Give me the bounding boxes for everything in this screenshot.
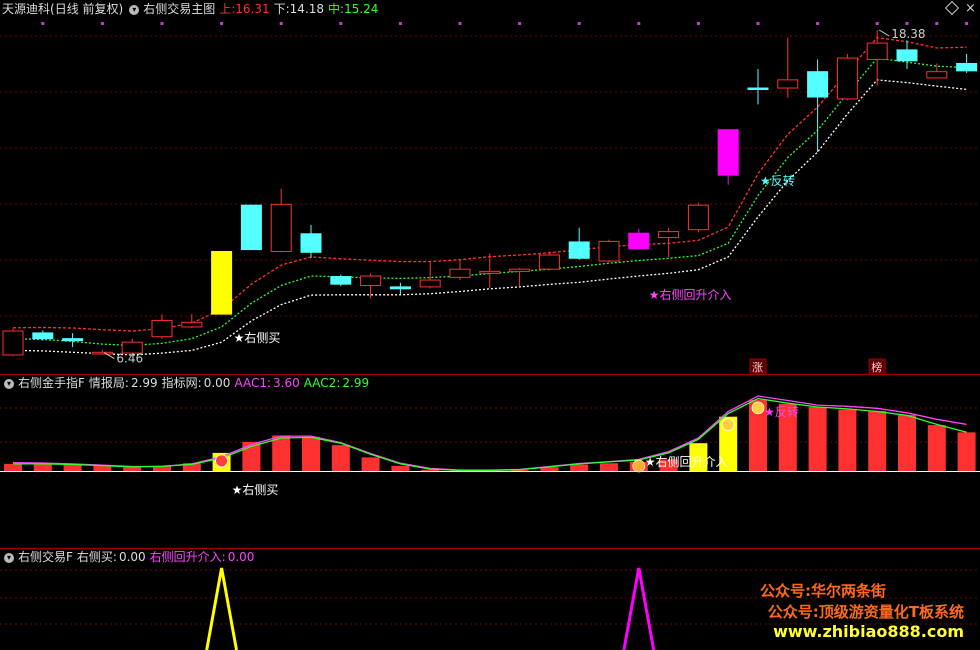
candle-body (419, 279, 441, 288)
oscillator-bar (331, 445, 350, 471)
candle-body (2, 330, 24, 356)
high-pointer (878, 29, 890, 37)
oscillator-bar (361, 457, 380, 471)
period-marker-dot (637, 22, 641, 25)
candle-body (598, 240, 620, 262)
oscillator-bar (838, 409, 857, 471)
period-marker-dot (935, 22, 939, 25)
candle-body (300, 233, 322, 253)
period-marker-dot (518, 22, 522, 25)
bang-tag: 榜 (871, 360, 882, 374)
period-marker-dot (398, 22, 402, 25)
right-buy-spike (205, 567, 238, 650)
oscillator-bar (570, 464, 589, 471)
candle-body (62, 338, 84, 342)
period-marker-dot (577, 22, 581, 25)
oscillator-bar (4, 463, 22, 471)
chart-canvas[interactable]: 18.386.46★右侧买★右侧回升介入★反转涨 榜★右侧买★右侧回升介入★反转 (0, 0, 980, 650)
signal-coin-icon (751, 401, 765, 415)
watermark-line2: 公众号:顶级游资量化T板系统 (767, 603, 964, 621)
oscillator-bar (302, 436, 320, 471)
low-price-label: 6.46 (116, 352, 143, 366)
candle-body (836, 57, 858, 100)
candle-body (449, 268, 471, 278)
period-marker-dot (100, 22, 104, 25)
candle-body (32, 332, 54, 340)
oscillator-bar (600, 463, 618, 471)
watermark-line1: 公众号:华尔两条街 (760, 582, 886, 600)
reentry-spike (622, 567, 656, 650)
candle-body (956, 63, 978, 72)
candle-body (240, 204, 262, 251)
candle-body (479, 270, 501, 274)
signal-coin-icon (632, 459, 646, 473)
candle-body (91, 351, 113, 355)
candle-body (747, 87, 769, 91)
candle-body (538, 254, 560, 270)
period-marker-dot (905, 22, 909, 25)
osc-reversal-label: ★反转 (764, 404, 799, 419)
oscillator-bar (391, 465, 410, 471)
mid-band-line (12, 57, 967, 347)
osc-reentry-label: ★右侧回升介入 (645, 454, 728, 469)
osc-right-buy-label: ★右侧买 (232, 482, 279, 497)
reentry-label: ★右侧回升介入 (649, 287, 732, 302)
lower-band-line (12, 79, 967, 356)
period-marker-dot (160, 22, 164, 25)
candle-body (896, 49, 918, 62)
candle-body (151, 319, 173, 338)
chart-window: { "main_header": { "stock_name": "天源迪科",… (0, 0, 980, 650)
candle-body (687, 204, 709, 231)
period-marker-dot (756, 22, 760, 25)
candle-body (211, 250, 233, 315)
signal-coin-icon (215, 454, 229, 468)
watermark-line3: www.zhibiao888.com (773, 622, 964, 641)
oscillator-bar (898, 414, 916, 471)
candle-body (866, 42, 888, 60)
candle-body (926, 71, 948, 79)
reversal-label: ★反转 (760, 173, 795, 188)
period-marker-dot (458, 22, 462, 25)
period-marker-dot (875, 22, 879, 25)
candle-body (777, 79, 799, 89)
signal-coin-icon (721, 418, 735, 432)
oscillator-bar (868, 410, 887, 471)
candle-body (360, 275, 382, 287)
candle-body (628, 232, 650, 250)
candle-body (181, 321, 203, 328)
period-marker-dot (220, 22, 224, 25)
period-marker-dot (965, 22, 969, 25)
candle-body (270, 203, 292, 252)
oscillator-bar (957, 432, 976, 471)
period-marker-dot (279, 22, 283, 25)
candle-body (509, 268, 531, 272)
candle-body (568, 241, 590, 259)
oscillator-bar (123, 467, 142, 471)
candle-body (330, 276, 352, 285)
candle-body (658, 231, 680, 239)
candle-body (807, 71, 829, 98)
candle-body (717, 129, 739, 176)
period-marker-dot (41, 22, 45, 25)
period-marker-dot (339, 22, 343, 25)
oscillator-bar (808, 406, 827, 471)
high-price-label: 18.38 (891, 27, 925, 41)
oscillator-bar (927, 425, 946, 471)
right-buy-label: ★右侧买 (234, 330, 281, 345)
period-marker-dot (816, 22, 820, 25)
oscillator-bar (272, 435, 291, 471)
period-marker-dot (696, 22, 700, 25)
zhang-tag: 涨 (752, 361, 763, 374)
candle-body (389, 286, 411, 290)
